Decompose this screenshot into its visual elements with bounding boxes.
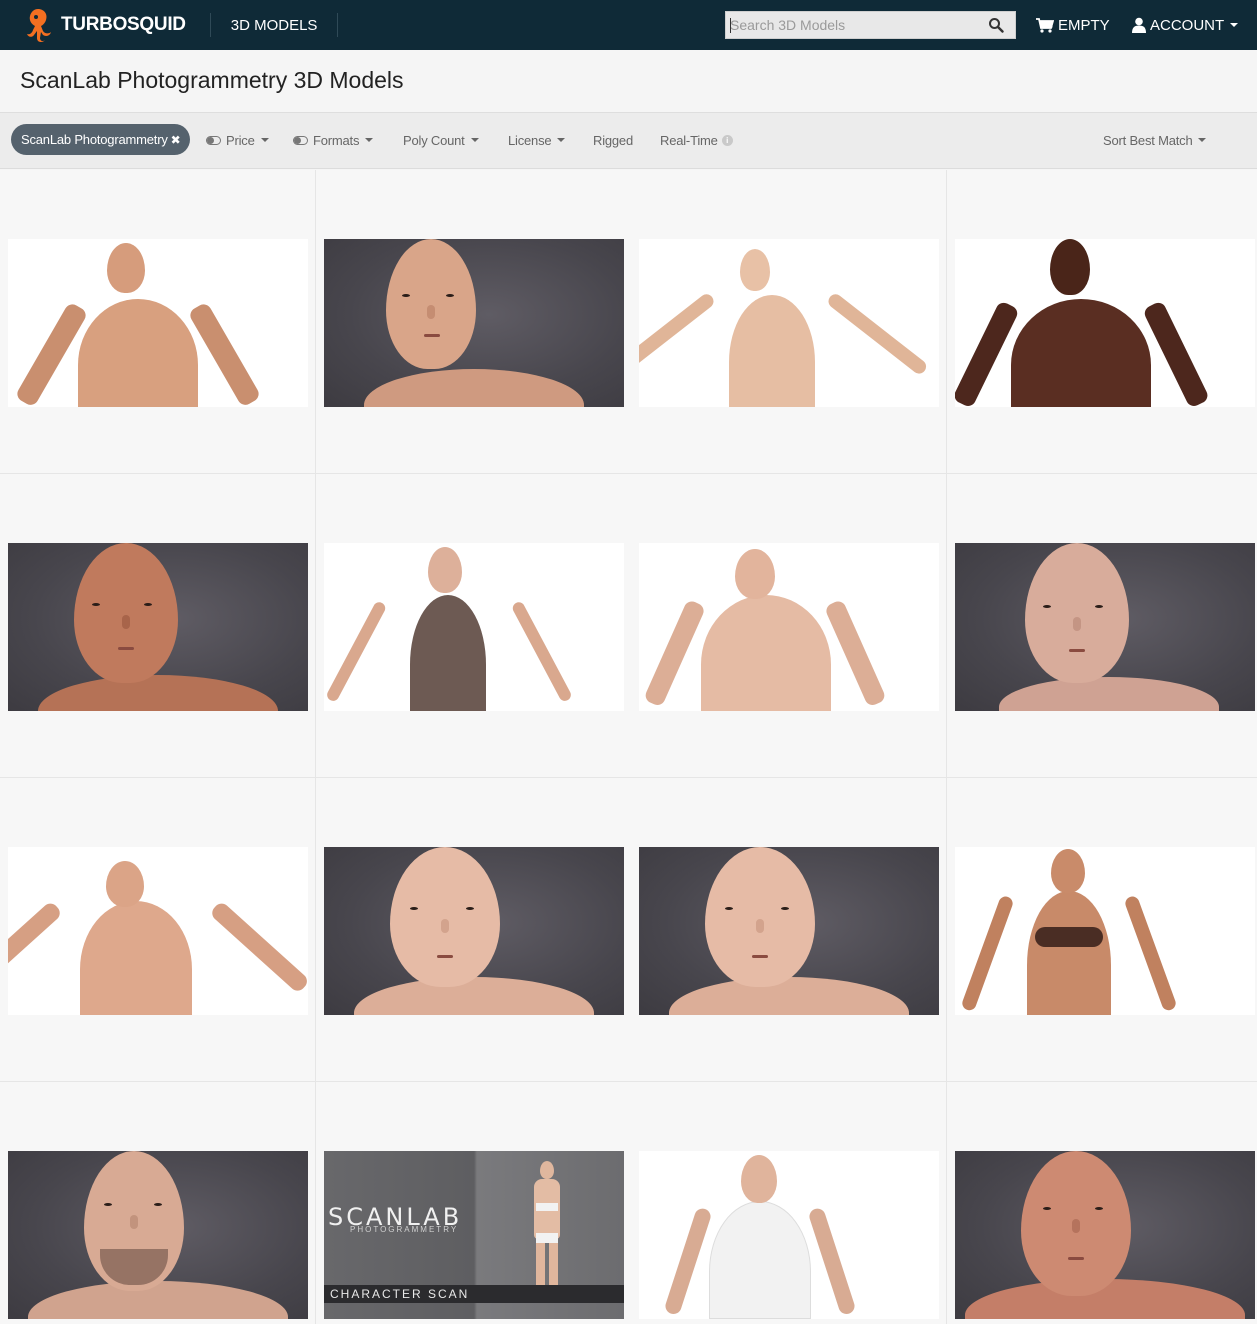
model-card[interactable] — [316, 474, 632, 778]
search-input[interactable] — [726, 12, 976, 38]
chevron-down-icon — [365, 138, 374, 142]
model-card[interactable] — [0, 1082, 316, 1324]
real-time-label: Real-Time — [660, 132, 718, 148]
poly-count-filter[interactable]: Poly Count — [403, 131, 479, 149]
poly-count-label: Poly Count — [403, 132, 465, 148]
chevron-down-icon — [470, 138, 479, 142]
model-card[interactable] — [0, 778, 316, 1082]
toggle-icon — [293, 135, 308, 145]
user-icon — [1132, 17, 1146, 33]
close-icon[interactable]: ✖ — [171, 133, 181, 147]
search-icon[interactable] — [988, 17, 1004, 33]
active-filter-chip[interactable]: ScanLab Photogrammetry ✖ — [11, 124, 191, 155]
character-scan-banner: CHARACTER SCAN — [324, 1285, 624, 1303]
model-card[interactable] — [947, 170, 1257, 474]
model-card[interactable] — [947, 1082, 1257, 1324]
rigged-filter[interactable]: Rigged — [593, 131, 633, 149]
real-time-filter[interactable]: Real-Time i — [660, 131, 733, 149]
model-card[interactable] — [0, 474, 316, 778]
model-card[interactable] — [631, 474, 947, 778]
model-thumbnail[interactable] — [324, 847, 624, 1015]
model-thumbnail[interactable] — [639, 1151, 939, 1319]
model-thumbnail[interactable] — [639, 847, 939, 1015]
model-card[interactable] — [631, 1082, 947, 1324]
cart-label: EMPTY — [1058, 16, 1110, 34]
turbosquid-logo[interactable]: TURBOSQUID — [24, 0, 186, 50]
account-label: ACCOUNT — [1150, 16, 1225, 34]
model-card[interactable] — [0, 170, 316, 474]
license-label: License — [508, 132, 552, 148]
brand-name: TURBOSQUID — [61, 14, 186, 35]
sort-label: Sort Best Match — [1103, 132, 1193, 148]
scanlab-logo-subtitle: PHOTOGRAMMETRY — [350, 1225, 459, 1234]
toggle-icon — [206, 135, 221, 145]
model-card[interactable] — [631, 170, 947, 474]
chevron-down-icon — [1230, 23, 1239, 27]
nav-divider — [337, 13, 339, 37]
info-icon[interactable]: i — [721, 134, 733, 146]
model-thumbnail[interactable] — [639, 543, 939, 711]
formats-label: Formats — [313, 132, 360, 148]
model-thumbnail[interactable] — [8, 1151, 308, 1319]
model-thumbnail[interactable] — [639, 239, 939, 407]
model-thumbnail[interactable]: SCANLAB PHOTOGRAMMETRY CHARACTER SCAN — [324, 1151, 624, 1319]
text-cursor — [730, 18, 731, 33]
model-thumbnail[interactable] — [324, 239, 624, 407]
formats-filter[interactable]: Formats — [293, 131, 374, 149]
model-card[interactable] — [631, 778, 947, 1082]
cart-button[interactable]: EMPTY — [1036, 0, 1110, 50]
chevron-down-icon — [1198, 138, 1207, 142]
search-box — [725, 11, 1016, 39]
banner-label: CHARACTER SCAN — [330, 1287, 470, 1301]
cart-icon — [1036, 17, 1054, 33]
model-thumbnail[interactable] — [955, 543, 1255, 711]
rigged-label: Rigged — [593, 132, 633, 148]
chevron-down-icon — [557, 138, 566, 142]
model-thumbnail[interactable] — [8, 239, 308, 407]
model-card[interactable] — [316, 778, 632, 1082]
account-menu[interactable]: ACCOUNT — [1132, 0, 1239, 50]
squid-logo-icon — [27, 9, 51, 43]
filter-bar: ScanLab Photogrammetry ✖ Price Formats P… — [0, 113, 1257, 169]
model-thumbnail[interactable] — [955, 847, 1255, 1015]
chevron-down-icon — [260, 138, 269, 142]
model-thumbnail[interactable] — [324, 543, 624, 711]
model-thumbnail[interactable] — [8, 543, 308, 711]
model-thumbnail[interactable] — [955, 239, 1255, 407]
price-label: Price — [226, 132, 255, 148]
model-thumbnail[interactable] — [8, 847, 308, 1015]
license-filter[interactable]: License — [508, 131, 566, 149]
top-navbar: TURBOSQUID 3D MODELS EMPTY ACCOUNT — [0, 0, 1257, 50]
model-thumbnail[interactable] — [955, 1151, 1255, 1319]
3d-models-link[interactable]: 3D MODELS — [211, 17, 338, 34]
sort-dropdown[interactable]: Sort Best Match — [1103, 131, 1207, 149]
model-card[interactable]: SCANLAB PHOTOGRAMMETRY CHARACTER SCAN — [316, 1082, 632, 1324]
model-card[interactable] — [947, 474, 1257, 778]
page-title: ScanLab Photogrammetry 3D Models — [20, 67, 404, 93]
model-card[interactable] — [947, 778, 1257, 1082]
model-card[interactable] — [316, 170, 632, 474]
chip-label: ScanLab Photogrammetry — [21, 132, 168, 147]
price-filter[interactable]: Price — [206, 131, 269, 149]
